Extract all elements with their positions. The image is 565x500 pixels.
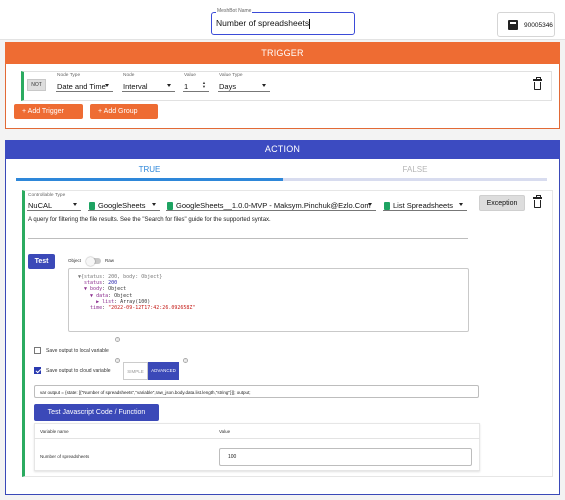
json-data-val: Object <box>114 292 133 299</box>
chevron-down-icon <box>152 203 156 206</box>
action-title: ACTION <box>5 140 560 159</box>
value-label: Value <box>184 73 196 78</box>
javascript-code-input[interactable]: var output = {state: [{"Number of spread… <box>34 385 479 398</box>
value-stepper[interactable]: 1 ▲ ▼ <box>183 80 209 92</box>
json-list-key: ▶ list <box>96 298 115 305</box>
add-trigger-button[interactable]: + Add Trigger <box>14 104 83 119</box>
node-value: Interval <box>123 82 148 91</box>
json-list-val: Array(100) <box>120 298 151 305</box>
variable-name-cell: Number of spreadsheets <box>40 454 90 459</box>
variables-table-header <box>34 423 480 439</box>
controllable-type-value: NuCAL <box>28 201 53 210</box>
controllable-type-label: Controllable Type <box>28 193 66 198</box>
stepper-arrows-icon: ▲ ▼ <box>202 80 206 89</box>
value-value: 1 <box>184 82 189 91</box>
google-sheets-icon <box>89 202 95 211</box>
controllable-type-select[interactable]: NuCAL <box>27 199 81 211</box>
tab-true[interactable]: TRUE <box>16 162 283 178</box>
account-select[interactable]: GoogleSheets__1.0.0-MVP - Maksym.Pinchuk… <box>166 199 376 211</box>
simple-mode-button[interactable]: SIMPLE <box>123 362 148 380</box>
node-select[interactable]: Interval <box>122 80 175 92</box>
query-description: A query for filtering the file results. … <box>28 217 271 223</box>
save-cloud-label: Save output to cloud variable <box>46 368 111 374</box>
chevron-down-icon <box>459 203 463 206</box>
json-body-key: ▼ body <box>84 286 103 293</box>
chevron-down-icon <box>262 84 266 87</box>
json-time-key: time <box>90 305 103 312</box>
tab-false[interactable]: FALSE <box>283 162 547 178</box>
google-sheets-icon <box>167 202 173 211</box>
service-value: GoogleSheets <box>98 201 146 210</box>
add-group-button[interactable]: + Add Group <box>90 104 158 119</box>
method-value: List Spreadsheets <box>393 201 454 210</box>
meshbot-name-value: Number of spreadsheets <box>216 18 310 28</box>
help-icon[interactable]: ? <box>115 358 120 363</box>
json-output[interactable]: ▼{status: 200, body: Object} status: 200… <box>68 268 469 332</box>
json-status-val: 200 <box>108 280 118 287</box>
toggle-raw-label: Raw <box>105 258 115 263</box>
chevron-down-icon <box>167 84 171 87</box>
value-type-label: Value Type <box>219 73 243 78</box>
add-trigger-label: Add Trigger <box>27 108 64 115</box>
service-select[interactable]: GoogleSheets <box>88 199 160 211</box>
help-icon[interactable]: ? <box>183 358 188 363</box>
device-id: 90005346 <box>524 22 553 29</box>
help-icon[interactable]: ? <box>115 337 120 342</box>
query-input[interactable] <box>28 238 468 239</box>
test-javascript-button[interactable]: Test Javascript Code / Function <box>34 404 159 421</box>
column-value: Value <box>219 429 231 434</box>
variable-value: 100 <box>228 454 237 460</box>
text-cursor <box>309 18 311 29</box>
delete-trigger-icon[interactable] <box>533 77 542 90</box>
variable-value-input[interactable]: 100 <box>219 448 472 466</box>
chevron-down-icon <box>73 203 77 206</box>
object-raw-toggle[interactable] <box>86 256 101 266</box>
not-button[interactable]: NOT <box>27 79 46 91</box>
save-local-label: Save output to local variable <box>46 348 109 354</box>
toggle-object-label: Object <box>68 258 82 263</box>
json-root: ▼{status: 200, body: Object} <box>78 274 163 280</box>
google-sheets-icon <box>384 202 390 211</box>
delete-action-icon[interactable] <box>533 195 542 208</box>
save-cloud-checkbox[interactable] <box>34 367 41 374</box>
meshbot-name-label: MeshBot Name <box>216 8 253 14</box>
node-type-select[interactable]: Date and Time <box>56 80 113 92</box>
chevron-down-icon <box>368 203 372 206</box>
advanced-mode-button[interactable]: ADVANCED <box>148 362 179 380</box>
test-button[interactable]: Test <box>28 254 55 269</box>
chevron-down-icon <box>105 84 109 87</box>
save-local-checkbox[interactable] <box>34 347 41 354</box>
controller-icon <box>508 20 518 30</box>
json-body-val: Object <box>108 286 127 293</box>
toggle-knob <box>86 256 95 266</box>
value-type-value: Days <box>219 82 237 91</box>
account-value: GoogleSheets__1.0.0-MVP - Maksym.Pinchuk… <box>176 201 371 210</box>
trigger-title: TRIGGER <box>5 42 560 64</box>
json-status-key: status <box>84 280 103 287</box>
node-type-value: Date and Time <box>57 82 106 91</box>
meshbot-name-input[interactable]: Number of spreadsheets <box>211 12 355 35</box>
add-group-label: Add Group <box>103 108 138 115</box>
device-button[interactable]: 90005346 <box>497 12 555 37</box>
node-label: Node <box>123 73 135 78</box>
exception-button[interactable]: Exception <box>479 195 525 211</box>
tab-indicator <box>16 178 283 181</box>
column-variable-name: Variable name <box>40 429 69 434</box>
method-select[interactable]: List Spreadsheets <box>383 199 467 211</box>
json-data-key: ▼ data <box>90 292 109 299</box>
node-type-label: Node Type <box>57 73 81 78</box>
json-time-val: "2022-09-12T17:42:26.092658Z" <box>108 305 196 312</box>
value-type-select[interactable]: Days <box>218 80 270 92</box>
